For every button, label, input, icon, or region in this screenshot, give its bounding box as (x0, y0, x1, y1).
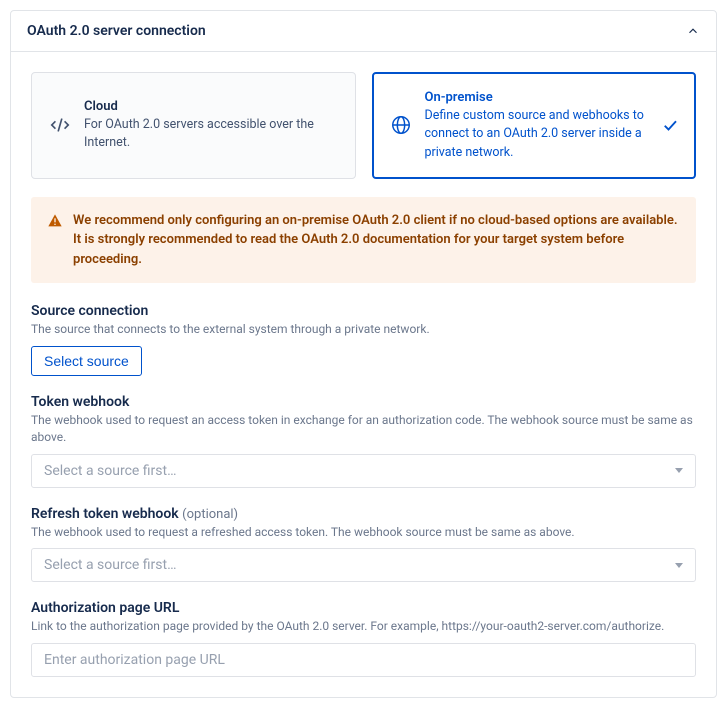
token-help: The webhook used to request an access to… (31, 412, 696, 446)
warning-alert: We recommend only configuring an on-prem… (31, 197, 696, 284)
onprem-option[interactable]: On-premise Define custom source and webh… (372, 72, 697, 179)
source-connection-field: Source connection The source that connec… (31, 303, 696, 376)
select-source-button[interactable]: Select source (31, 346, 142, 376)
panel-body: Cloud For OAuth 2.0 servers accessible o… (11, 52, 716, 697)
code-icon (48, 113, 72, 137)
caret-down-icon (675, 563, 683, 568)
authurl-input[interactable] (31, 643, 696, 677)
cloud-option-text: Cloud For OAuth 2.0 servers accessible o… (84, 98, 339, 153)
warning-icon (47, 213, 63, 229)
check-icon (661, 116, 679, 134)
refresh-webhook-field: Refresh token webhook (optional) The web… (31, 506, 696, 583)
refresh-webhook-select[interactable]: Select a source first… (31, 548, 696, 582)
panel-header[interactable]: OAuth 2.0 server connection (11, 11, 716, 52)
caret-down-icon (675, 468, 683, 473)
refresh-label-text: Refresh token webhook (31, 506, 179, 522)
chevron-up-icon (686, 24, 700, 38)
panel-title: OAuth 2.0 server connection (27, 23, 206, 39)
token-webhook-field: Token webhook The webhook used to reques… (31, 394, 696, 488)
refresh-label: Refresh token webhook (optional) (31, 506, 696, 522)
cloud-option-desc: For OAuth 2.0 servers accessible over th… (84, 117, 314, 150)
refresh-placeholder: Select a source first… (44, 557, 176, 573)
connection-type-options: Cloud For OAuth 2.0 servers accessible o… (31, 72, 696, 179)
token-placeholder: Select a source first… (44, 463, 176, 479)
refresh-help: The webhook used to request a refreshed … (31, 524, 696, 541)
token-webhook-select[interactable]: Select a source first… (31, 454, 696, 488)
refresh-optional: (optional) (182, 507, 238, 522)
onprem-option-desc: Define custom source and webhooks to con… (425, 108, 644, 159)
onprem-option-title: On-premise (425, 89, 650, 107)
authurl-label: Authorization page URL (31, 600, 696, 616)
token-label: Token webhook (31, 394, 696, 410)
globe-network-icon (389, 113, 413, 137)
source-label: Source connection (31, 303, 696, 319)
cloud-option-title: Cloud (84, 98, 339, 116)
source-help: The source that connects to the external… (31, 321, 696, 338)
oauth-connection-panel: OAuth 2.0 server connection Cloud For OA… (10, 10, 717, 698)
onprem-option-text: On-premise Define custom source and webh… (425, 89, 650, 162)
warning-text: We recommend only configuring an on-prem… (73, 211, 680, 270)
auth-url-field: Authorization page URL Link to the autho… (31, 600, 696, 677)
cloud-option[interactable]: Cloud For OAuth 2.0 servers accessible o… (31, 72, 356, 179)
authurl-help: Link to the authorization page provided … (31, 618, 696, 635)
